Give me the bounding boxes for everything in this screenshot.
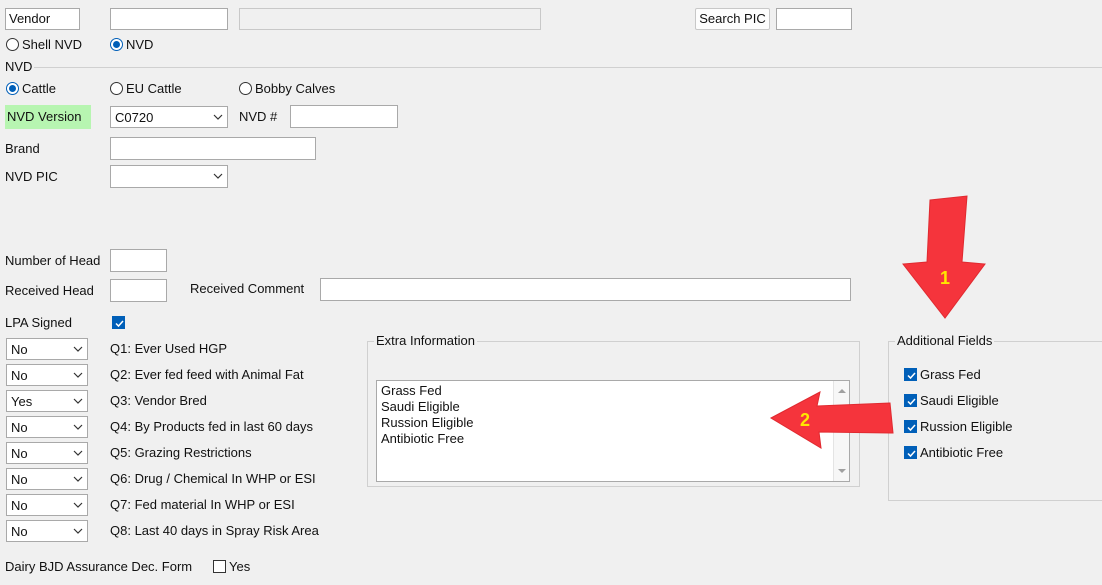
received-comment-label: Received Comment [190, 281, 305, 296]
question-label: Q7: Fed material In WHP or ESI [110, 497, 295, 512]
question-answer-value: No [11, 446, 28, 461]
nvd-section-heading: NVD [5, 59, 33, 74]
question-label: Q3: Vendor Bred [110, 393, 207, 408]
question-answer-select[interactable]: No [6, 442, 88, 464]
question-answer-select[interactable]: No [6, 520, 88, 542]
lpa-signed-checkbox[interactable] [112, 316, 125, 329]
arrow-1-number: 1 [940, 268, 950, 288]
question-answer-value: No [11, 342, 28, 357]
arrow-2-number: 2 [800, 410, 810, 430]
chevron-down-icon [73, 398, 83, 404]
nvd-number-input[interactable] [290, 105, 398, 128]
bobby-calves-radio[interactable] [239, 82, 252, 95]
check-icon [907, 398, 916, 406]
dairy-bjd-yes-checkbox[interactable] [213, 560, 226, 573]
question-label: Q5: Grazing Restrictions [110, 445, 252, 460]
arrow-2-annotation: 2 [769, 391, 894, 449]
nvd-label: NVD [126, 37, 154, 52]
question-label: Q8: Last 40 days in Spray Risk Area [110, 523, 319, 538]
received-head-input[interactable] [110, 279, 167, 302]
question-answer-value: No [11, 420, 28, 435]
vendor-name-display [239, 8, 541, 30]
brand-label: Brand [5, 141, 40, 156]
question-answer-select[interactable]: No [6, 364, 88, 386]
nvd-pic-label: NVD PIC [5, 169, 58, 184]
question-label: Q6: Drug / Chemical In WHP or ESI [110, 471, 316, 486]
question-answer-select[interactable]: No [6, 494, 88, 516]
chevron-down-icon [213, 173, 223, 179]
additional-field-checkbox[interactable] [904, 394, 917, 407]
chevron-down-icon [73, 528, 83, 534]
search-pic-label: Search PIC [699, 11, 766, 26]
question-answer-value: No [11, 524, 28, 539]
cattle-label: Cattle [22, 81, 56, 96]
nvd-radio[interactable] [110, 38, 123, 51]
vendor-field[interactable]: Vendor [5, 8, 80, 30]
additional-fields-title: Additional Fields [895, 333, 995, 349]
vendor-value: Vendor [9, 11, 51, 26]
nvd-version-select[interactable]: C0720 [110, 106, 228, 128]
additional-field-label: Saudi Eligible [920, 393, 999, 408]
additional-field-label: Antibiotic Free [920, 445, 1004, 460]
question-answer-value: Yes [11, 394, 33, 409]
nvd-version-value: C0720 [115, 110, 154, 125]
question-answer-select[interactable]: No [6, 416, 88, 438]
question-answer-select[interactable]: No [6, 468, 88, 490]
question-label: Q2: Ever fed feed with Animal Fat [110, 367, 304, 382]
nvd-section-divider [34, 67, 1102, 68]
check-icon [115, 320, 124, 328]
eu-cattle-label: EU Cattle [126, 81, 182, 96]
additional-field-checkbox[interactable] [904, 368, 917, 381]
arrow-1-annotation: 1 [902, 195, 986, 319]
number-of-head-label: Number of Head [5, 253, 101, 268]
additional-field-checkbox[interactable] [904, 420, 917, 433]
additional-field-checkbox[interactable] [904, 446, 917, 459]
question-answer-value: No [11, 368, 28, 383]
additional-field-label: Grass Fed [920, 367, 981, 382]
chevron-down-icon [73, 346, 83, 352]
chevron-down-icon [73, 476, 83, 482]
bobby-calves-label: Bobby Calves [255, 81, 336, 96]
chevron-down-icon [73, 372, 83, 378]
nvd-version-label: NVD Version [5, 105, 91, 129]
chevron-down-icon [73, 502, 83, 508]
nvd-number-label: NVD # [239, 109, 278, 124]
search-pic-input[interactable] [776, 8, 852, 30]
question-label: Q1: Ever Used HGP [110, 341, 228, 356]
check-icon [907, 424, 916, 432]
question-answer-value: No [11, 472, 28, 487]
chevron-down-icon [73, 424, 83, 430]
extra-information-title: Extra Information [374, 333, 477, 349]
lpa-signed-label: LPA Signed [5, 315, 72, 330]
shell-nvd-radio[interactable] [6, 38, 19, 51]
search-pic-button[interactable]: Search PIC [695, 8, 770, 30]
check-icon [907, 450, 916, 458]
scroll-down-icon[interactable] [834, 463, 850, 479]
cattle-radio[interactable] [6, 82, 19, 95]
check-icon [907, 372, 916, 380]
chevron-down-icon [213, 114, 223, 120]
nvd-pic-select[interactable] [110, 165, 228, 188]
number-of-head-input[interactable] [110, 249, 167, 272]
shell-nvd-label: Shell NVD [22, 37, 82, 52]
question-label: Q4: By Products fed in last 60 days [110, 419, 314, 434]
brand-input[interactable] [110, 137, 316, 160]
question-answer-value: No [11, 498, 28, 513]
chevron-down-icon [73, 450, 83, 456]
eu-cattle-radio[interactable] [110, 82, 123, 95]
question-answer-select[interactable]: Yes [6, 390, 88, 412]
vendor-code-input[interactable] [110, 8, 228, 30]
received-comment-input[interactable] [320, 278, 851, 301]
received-head-label: Received Head [5, 283, 94, 298]
additional-field-label: Russion Eligible [920, 419, 1013, 434]
dairy-bjd-yes-label: Yes [229, 559, 251, 574]
dairy-bjd-label: Dairy BJD Assurance Dec. Form [5, 559, 193, 574]
question-answer-select[interactable]: No [6, 338, 88, 360]
